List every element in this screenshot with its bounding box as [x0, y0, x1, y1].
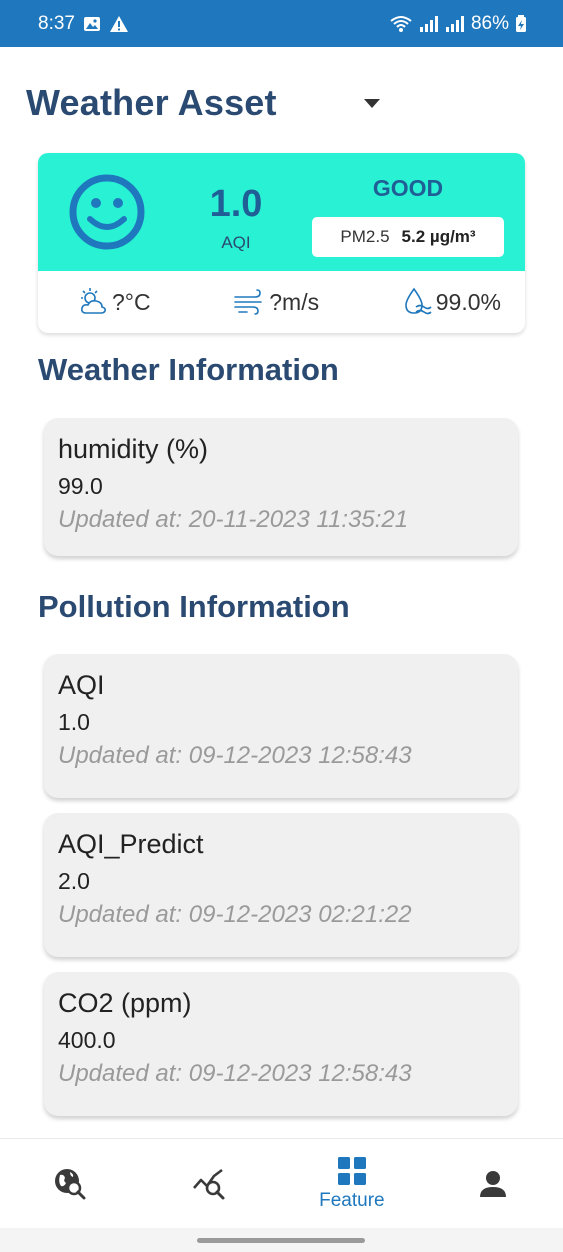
humidity-value: 99.0% [435, 288, 501, 315]
weather-item-card[interactable]: humidity (%) 99.0 Updated at: 20-11-2023… [44, 418, 518, 556]
nav-item-insights[interactable] [151, 1144, 271, 1224]
item-value: 99.0 [58, 473, 103, 499]
pollution-section-title: Pollution Information [38, 589, 350, 624]
image-notification-icon [83, 16, 100, 31]
item-value: 400.0 [58, 1027, 116, 1053]
humidity-drop-icon [404, 287, 432, 315]
nav-item-map[interactable] [10, 1144, 130, 1224]
item-name: CO2 (ppm) [58, 988, 192, 1018]
bottom-nav: Feature [0, 1138, 563, 1228]
status-time: 8:37 [38, 12, 75, 34]
aqi-summary-card: 1.0 AQI GOOD PM2.5 5.2 µg/m³ ?°C ?m/s 99… [38, 153, 525, 333]
wind-metric: ?m/s [233, 289, 319, 316]
partly-cloudy-icon [81, 288, 106, 314]
battery-icon [516, 14, 526, 32]
weather-section-title: Weather Information [38, 352, 339, 387]
aqi-status: GOOD [372, 175, 444, 201]
item-updated: Updated at: 09-12-2023 12:58:43 [58, 1060, 412, 1087]
temperature-value: ?°C [112, 288, 151, 315]
nav-item-feature[interactable]: Feature [292, 1144, 412, 1224]
dropdown-arrow-icon[interactable] [364, 98, 380, 108]
item-updated: Updated at: 09-12-2023 12:58:43 [58, 742, 412, 769]
chart-search-icon [193, 1168, 225, 1199]
status-bar: 8:37 86% [0, 0, 563, 47]
person-icon [479, 1170, 506, 1197]
globe-search-icon [55, 1168, 86, 1199]
page-title: Weather Asset [26, 82, 277, 123]
signal-icon-2 [445, 15, 464, 32]
item-name: AQI [58, 670, 105, 700]
wind-icon [234, 289, 263, 315]
nav-label-feature: Feature [319, 1189, 385, 1211]
header[interactable]: Weather Asset [26, 78, 396, 128]
battery-percent: 86% [470, 12, 509, 34]
pm25-badge: PM2.5 5.2 µg/m³ [312, 217, 504, 257]
nav-item-profile[interactable] [433, 1144, 553, 1224]
item-updated: Updated at: 20-11-2023 11:35:21 [58, 506, 409, 533]
weather-metrics-row: ?°C ?m/s 99.0% [38, 271, 525, 333]
humidity-metric: 99.0% [402, 287, 501, 317]
item-value: 1.0 [58, 709, 90, 735]
wind-value: ?m/s [269, 288, 320, 315]
temperature-metric: ?°C [78, 287, 151, 317]
item-name: AQI_Predict [58, 829, 204, 859]
aqi-banner: 1.0 AQI GOOD PM2.5 5.2 µg/m³ [38, 153, 525, 271]
item-value: 2.0 [58, 868, 90, 894]
pm25-label: PM2.5 [340, 227, 390, 246]
home-indicator[interactable] [197, 1238, 365, 1243]
grid-icon [337, 1156, 366, 1185]
item-updated: Updated at: 09-12-2023 02:21:22 [58, 901, 412, 928]
aqi-value: 1.0 [209, 183, 263, 225]
signal-icon [419, 15, 438, 32]
pollution-item-card[interactable]: AQI_Predict 2.0 Updated at: 09-12-2023 0… [44, 813, 518, 957]
pollution-item-card[interactable]: CO2 (ppm) 400.0 Updated at: 09-12-2023 1… [44, 972, 518, 1116]
pm25-value: 5.2 µg/m³ [401, 227, 476, 246]
wifi-icon [390, 15, 412, 32]
aqi-label: AQI [221, 233, 251, 252]
warning-icon [109, 15, 128, 32]
pollution-item-card[interactable]: AQI 1.0 Updated at: 09-12-2023 12:58:43 [44, 654, 518, 798]
smiley-face-icon [69, 174, 145, 250]
item-name: humidity (%) [58, 434, 209, 464]
